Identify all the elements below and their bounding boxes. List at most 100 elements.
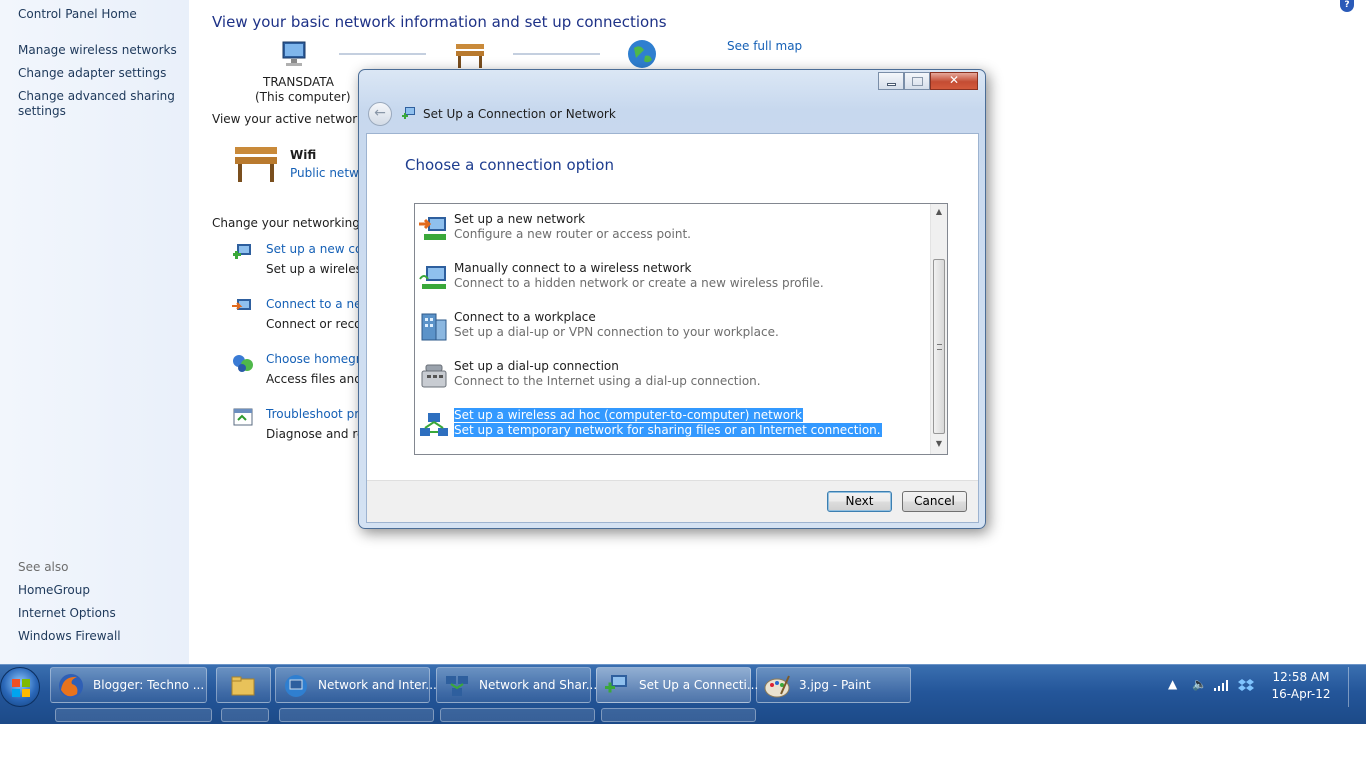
option-description: Set up a temporary network for sharing f… (454, 423, 882, 437)
network-bench-icon[interactable] (453, 40, 487, 70)
taskbar-reflection (601, 708, 756, 722)
taskbar-item-label: Set Up a Connecti... (639, 678, 759, 692)
scrollbar-grip (937, 344, 942, 350)
option-title: Manually connect to a wireless network (454, 261, 692, 275)
cancel-button[interactable]: Cancel (902, 491, 967, 512)
option-description: Connect to the Internet using a dial-up … (454, 374, 761, 388)
maximize-button[interactable] (904, 72, 930, 90)
computer-subtitle: (This computer) (255, 90, 351, 104)
show-desktop-button[interactable] (1348, 667, 1360, 707)
active-network-name: Wifi (290, 148, 317, 162)
change-adapter-settings-link[interactable]: Change adapter settings (18, 66, 166, 81)
setup-connection-icon (605, 675, 627, 693)
setup-connection-dialog: ✕ ← Set Up a Connection or Network Choos… (358, 69, 986, 529)
maximize-icon (912, 77, 923, 86)
new-network-icon (419, 217, 446, 240)
taskbar-item-label: 3.jpg - Paint (799, 678, 871, 692)
taskbar-reflection (440, 708, 595, 722)
taskbar-item-explorer[interactable] (216, 667, 271, 703)
scroll-down-arrow-icon[interactable]: ▼ (931, 436, 947, 452)
manage-wireless-networks-link[interactable]: Manage wireless networks (18, 43, 177, 58)
taskbar-item-firefox[interactable]: Blogger: Techno ... (50, 667, 207, 703)
back-arrow-icon: ← (374, 105, 386, 121)
internet-globe-icon[interactable] (626, 38, 658, 70)
dialog-heading: Choose a connection option (405, 156, 614, 174)
close-button[interactable]: ✕ (930, 72, 978, 90)
homegroup-link[interactable]: HomeGroup (18, 583, 90, 598)
option-title: Connect to a workplace (454, 310, 596, 324)
start-button[interactable] (0, 667, 40, 707)
manual-wireless-icon (419, 266, 446, 289)
taskbar-item-network-internet[interactable]: Network and Inter... (275, 667, 437, 703)
network-sharing-icon (446, 676, 468, 696)
troubleshoot-icon (233, 408, 253, 426)
map-connection-line (339, 53, 426, 55)
explorer-folder-icon (231, 676, 255, 696)
windows-firewall-link[interactable]: Windows Firewall (18, 629, 121, 644)
setup-connection-title-icon (402, 107, 415, 119)
taskbar-item-setup-connection[interactable]: Set Up a Connecti... (596, 667, 758, 703)
internet-options-link[interactable]: Internet Options (18, 606, 116, 621)
change-advanced-sharing-settings-link[interactable]: Change advanced sharing settings (18, 89, 178, 119)
scrollbar-thumb[interactable] (933, 259, 945, 434)
option-manual-wireless[interactable]: Manually connect to a wireless network C… (417, 257, 927, 303)
scroll-up-arrow-icon[interactable]: ▲ (931, 204, 947, 220)
vertical-scrollbar[interactable]: ▲ ▼ (930, 204, 947, 454)
map-connection-line (513, 53, 600, 55)
option-workplace[interactable]: Connect to a workplace Set up a dial-up … (417, 306, 927, 352)
option-title: Set up a new network (454, 212, 586, 226)
help-icon[interactable]: ? (1340, 0, 1354, 12)
taskbar-item-label: Network and Inter... (318, 678, 437, 692)
taskbar-reflection (55, 708, 212, 722)
option-description: Configure a new router or access point. (454, 227, 691, 241)
active-network-bench-icon (235, 147, 277, 182)
minimize-button[interactable] (878, 72, 904, 90)
see-also-label: See also (18, 560, 69, 574)
taskbar-reflection (279, 708, 434, 722)
clock-date: 16-Apr-12 (1271, 687, 1331, 701)
clock-time: 12:58 AM (1272, 670, 1330, 684)
windows-logo-icon (12, 679, 30, 697)
dialog-content: Choose a connection option Set up a new … (366, 133, 979, 523)
dialog-footer: Next Cancel (367, 480, 978, 522)
option-new-network[interactable]: Set up a new network Configure a new rou… (417, 208, 927, 254)
computer-icon[interactable] (279, 38, 311, 70)
dialog-title: Set Up a Connection or Network (423, 107, 616, 121)
left-navigation-pane: Control Panel Home Manage wireless netwo… (0, 0, 189, 664)
firefox-icon (59, 674, 83, 698)
active-networks-label: View your active networks (212, 112, 371, 126)
taskbar-item-label: Network and Shar... (479, 678, 598, 692)
taskbar-item-label: Blogger: Techno ... (93, 678, 205, 692)
option-ad-hoc-network[interactable]: Set up a wireless ad hoc (computer-to-co… (417, 404, 927, 450)
option-title: Set up a dial-up connection (454, 359, 619, 373)
paint-icon (764, 675, 790, 698)
connection-options-list[interactable]: Set up a new network Configure a new rou… (414, 203, 948, 455)
control-panel-home-link[interactable]: Control Panel Home (18, 7, 137, 22)
option-title: Set up a wireless ad hoc (computer-to-co… (454, 408, 803, 422)
dial-up-phone-icon (421, 364, 447, 388)
ad-hoc-network-icon (420, 413, 448, 436)
taskbar-item-network-sharing[interactable]: Network and Shar... (436, 667, 597, 703)
option-dial-up[interactable]: Set up a dial-up connection Connect to t… (417, 355, 927, 401)
page-title: View your basic network information and … (212, 13, 667, 31)
taskbar: Blogger: Techno ... Network and Inter...… (0, 664, 1366, 724)
volume-icon[interactable]: 🔈 (1192, 677, 1207, 691)
system-clock[interactable]: 12:58 AM 16-Apr-12 (1262, 669, 1340, 703)
next-button[interactable]: Next (827, 491, 892, 512)
workplace-building-icon (421, 313, 447, 341)
homegroup-icon (233, 355, 253, 372)
see-full-map-link[interactable]: See full map (727, 39, 802, 53)
option-description: Connect to a hidden network or create a … (454, 276, 824, 290)
taskbar-reflection (221, 708, 269, 722)
setup-connection-icon (233, 244, 251, 259)
network-icon (285, 675, 307, 697)
connect-network-icon (232, 299, 251, 310)
close-icon: ✕ (948, 73, 960, 87)
wireless-signal-icon[interactable] (1214, 679, 1230, 691)
dropbox-icon[interactable] (1238, 677, 1254, 693)
computer-name: TRANSDATA (263, 75, 334, 89)
back-button[interactable]: ← (368, 102, 392, 126)
minimize-icon (887, 83, 896, 86)
taskbar-item-paint[interactable]: 3.jpg - Paint (756, 667, 911, 703)
show-hidden-icons-icon[interactable]: ▲ (1168, 677, 1177, 691)
